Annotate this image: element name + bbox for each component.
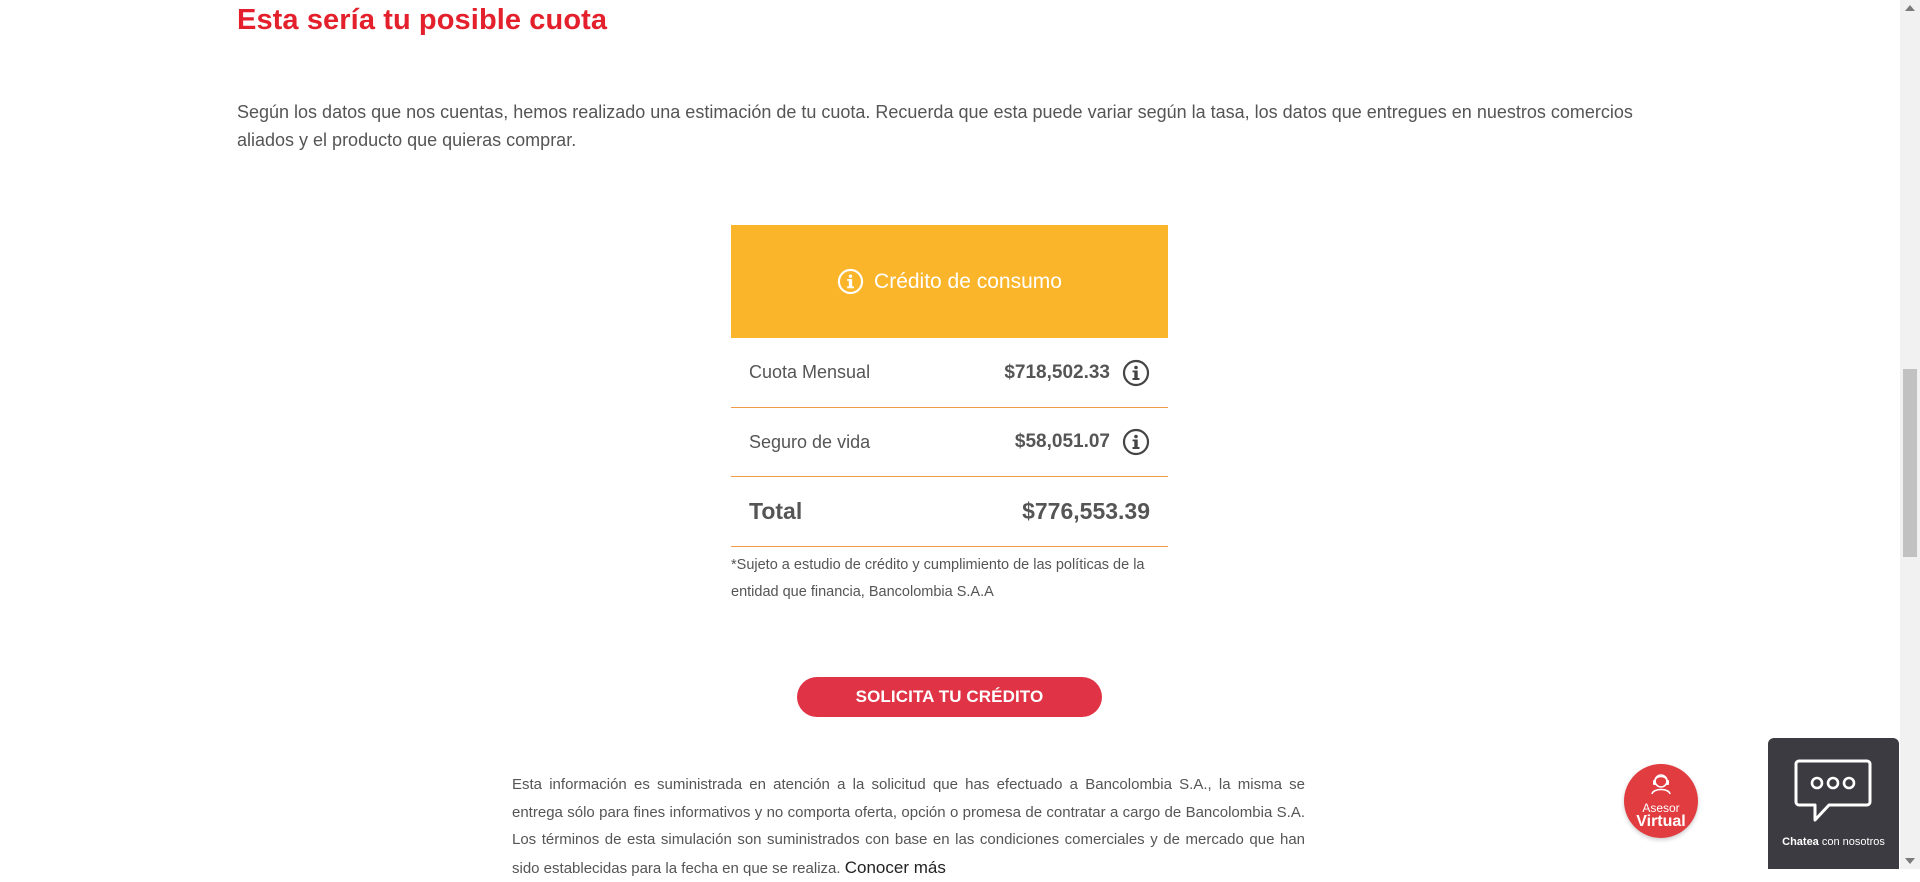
info-icon[interactable]	[1122, 359, 1150, 387]
legal-text: Esta información es suministrada en aten…	[512, 771, 1305, 882]
info-icon	[837, 268, 864, 295]
assistant-label-line1: Asesor	[1642, 800, 1680, 815]
row-label: Seguro de vida	[749, 431, 871, 452]
chat-bubble-icon	[1793, 758, 1873, 831]
info-icon[interactable]	[1122, 428, 1150, 456]
row-value: $58,051.07	[1014, 431, 1110, 452]
row-label: Cuota Mensual	[749, 362, 871, 382]
card-header: Crédito de consumo	[731, 225, 1168, 338]
scroll-down-arrow-icon[interactable]	[1905, 858, 1915, 864]
vertical-scrollbar[interactable]	[1900, 0, 1920, 869]
row-total: Total $776,553.39	[731, 477, 1168, 547]
card-title: Crédito de consumo	[874, 269, 1062, 293]
scroll-up-arrow-icon[interactable]	[1905, 5, 1915, 11]
row-value: $718,502.33	[1004, 361, 1110, 383]
row-value-wrap: $58,051.07	[1015, 428, 1150, 456]
virtual-assistant-button[interactable]: Asesor Virtual	[1624, 764, 1698, 838]
assistant-label-line2: Virtual	[1636, 812, 1686, 830]
row-seguro-vida: Seguro de vida $58,051.07	[731, 408, 1168, 477]
page-title: Esta sería tu posible cuota	[237, 4, 608, 36]
row-value-wrap: $718,502.33	[1004, 359, 1150, 387]
intro-text: Según los datos que nos cuentas, hemos r…	[237, 102, 1633, 150]
scrollbar-thumb[interactable]	[1903, 369, 1917, 557]
total-label: Total	[749, 498, 803, 524]
chat-label-rest: con nosotros	[1818, 836, 1885, 848]
chat-widget[interactable]: Chatea con nosotros	[1768, 738, 1899, 869]
chat-label: Chatea con nosotros	[1768, 836, 1899, 848]
request-credit-button[interactable]: SOLICITA TU CRÉDITO	[797, 677, 1102, 717]
total-value: $776,553.39	[1022, 498, 1150, 524]
chat-label-bold: Chatea	[1782, 836, 1819, 848]
agent-icon	[1649, 773, 1673, 800]
disclaimer: *Sujeto a estudio de crédito y cumplimie…	[731, 557, 1145, 600]
learn-more-link[interactable]: Conocer más	[845, 858, 946, 877]
quote-card: Crédito de consumo Cuota Mensual $718,50…	[731, 225, 1168, 606]
row-cuota-mensual: Cuota Mensual $718,502.33	[731, 338, 1168, 408]
